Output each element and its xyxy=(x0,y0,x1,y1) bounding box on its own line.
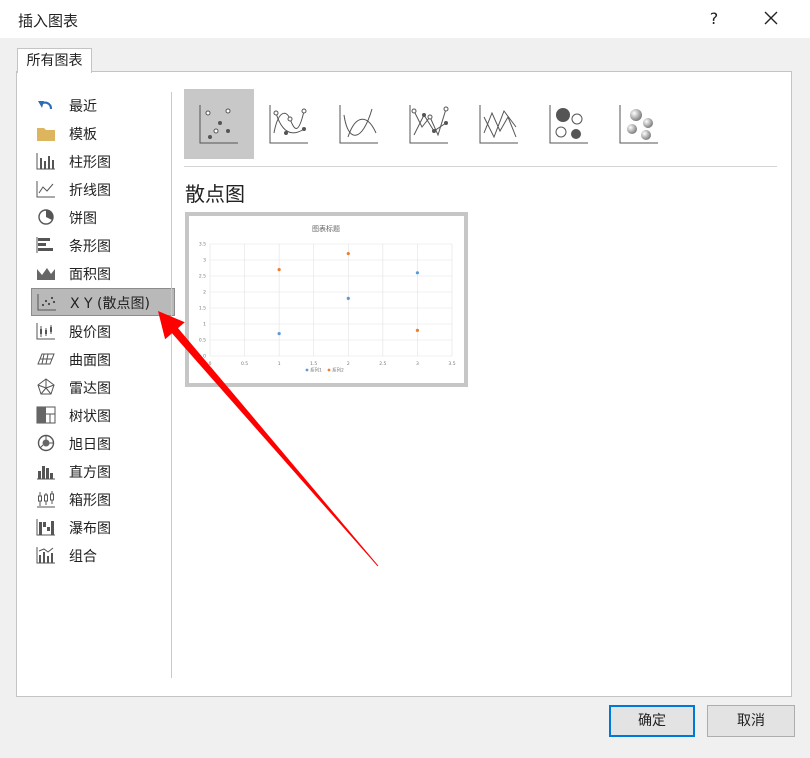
tab-all-charts[interactable]: 所有图表 xyxy=(17,48,92,73)
annotation-arrow xyxy=(158,311,379,567)
